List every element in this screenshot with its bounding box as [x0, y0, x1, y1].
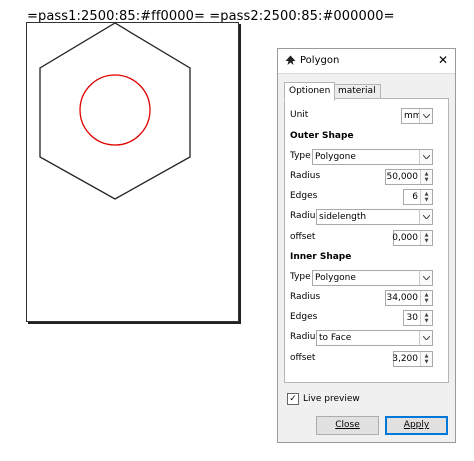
inner-radius-mode-value: to Face — [319, 333, 352, 343]
chevron-down-icon — [419, 271, 432, 285]
outer-radius-mode-value: sidelength — [319, 212, 367, 222]
inner-edges-input[interactable]: 30 ▲ ▼ — [403, 310, 433, 326]
outer-type-value: Polygone — [315, 152, 356, 162]
unit-label: Unit — [290, 110, 309, 120]
spin-arrows-icon[interactable]: ▲ ▼ — [420, 352, 432, 366]
spin-arrows-icon[interactable]: ▲ ▼ — [420, 190, 432, 204]
outer-radius-mode-select[interactable]: sidelength — [316, 209, 433, 225]
outer-radius-value: 50,000 — [386, 172, 419, 182]
close-button-label: Close — [335, 420, 360, 430]
dialog-title: Polygon — [300, 55, 340, 66]
inner-radius-value: 34,000 — [386, 293, 419, 303]
outer-radius-input[interactable]: 50,000 ▲ ▼ — [385, 169, 433, 185]
spin-arrows-icon[interactable]: ▲ ▼ — [420, 311, 432, 325]
live-preview-checkbox[interactable]: ✓ — [287, 393, 299, 405]
inner-offset-label: offset — [290, 353, 316, 363]
outer-type-label: Type — [290, 151, 311, 161]
close-button[interactable]: Close — [316, 416, 379, 435]
inner-radius-input[interactable]: 34,000 ▲ ▼ — [385, 290, 433, 306]
chevron-down-icon — [419, 331, 432, 345]
outer-offset-input[interactable]: 0,000 ▲ ▼ — [392, 230, 433, 246]
dialog-titlebar: Polygon ✕ — [278, 49, 455, 74]
chevron-down-icon — [419, 210, 432, 224]
hexagon-shape[interactable] — [39, 23, 191, 200]
inner-circle-shape[interactable] — [79, 74, 151, 146]
inner-edges-value: 30 — [406, 313, 418, 323]
inner-radius-mode-select[interactable]: to Face — [316, 330, 433, 346]
inner-offset-input[interactable]: 3,200 ▲ ▼ — [392, 351, 433, 367]
unit-select[interactable]: mm — [401, 108, 433, 124]
drawing-area[interactable] — [27, 23, 238, 321]
outer-edges-value: 6 — [412, 192, 418, 202]
tab-optionen[interactable]: Optionen — [284, 82, 336, 101]
spin-arrows-icon[interactable]: ▲ ▼ — [420, 170, 432, 184]
polygon-dialog: Polygon ✕ Optionen material Unit mm Oute… — [277, 48, 456, 443]
live-preview-label: Live preview — [303, 394, 360, 404]
outer-shape-heading: Outer Shape — [290, 131, 354, 141]
options-panel: Unit mm Outer Shape Type Polygone Radius… — [284, 98, 449, 383]
inkscape-icon — [285, 55, 296, 65]
outer-offset-label: offset — [290, 232, 316, 242]
apply-button-label: Apply — [403, 420, 430, 430]
tab-material[interactable]: material — [333, 84, 381, 99]
inner-edges-label: Edges — [290, 312, 318, 322]
chevron-down-icon — [419, 150, 432, 164]
document-page[interactable] — [26, 22, 239, 322]
outer-offset-value: 0,000 — [392, 233, 418, 243]
outer-radius-label: Radius — [290, 171, 321, 181]
outer-edges-input[interactable]: 6 ▲ ▼ — [403, 189, 433, 205]
inner-offset-value: 3,200 — [392, 354, 418, 364]
inner-radius-label: Radius — [290, 292, 321, 302]
inner-type-select[interactable]: Polygone — [312, 270, 433, 286]
close-icon[interactable]: ✕ — [438, 53, 448, 67]
outer-type-select[interactable]: Polygone — [312, 149, 433, 165]
inner-type-label: Type — [290, 272, 311, 282]
chevron-down-icon — [419, 109, 432, 123]
inner-shape-heading: Inner Shape — [290, 252, 352, 262]
spin-arrows-icon[interactable]: ▲ ▼ — [420, 231, 432, 245]
inner-type-value: Polygone — [315, 273, 356, 283]
apply-button[interactable]: Apply — [385, 416, 448, 435]
spin-arrows-icon[interactable]: ▲ ▼ — [420, 291, 432, 305]
outer-edges-label: Edges — [290, 191, 318, 201]
